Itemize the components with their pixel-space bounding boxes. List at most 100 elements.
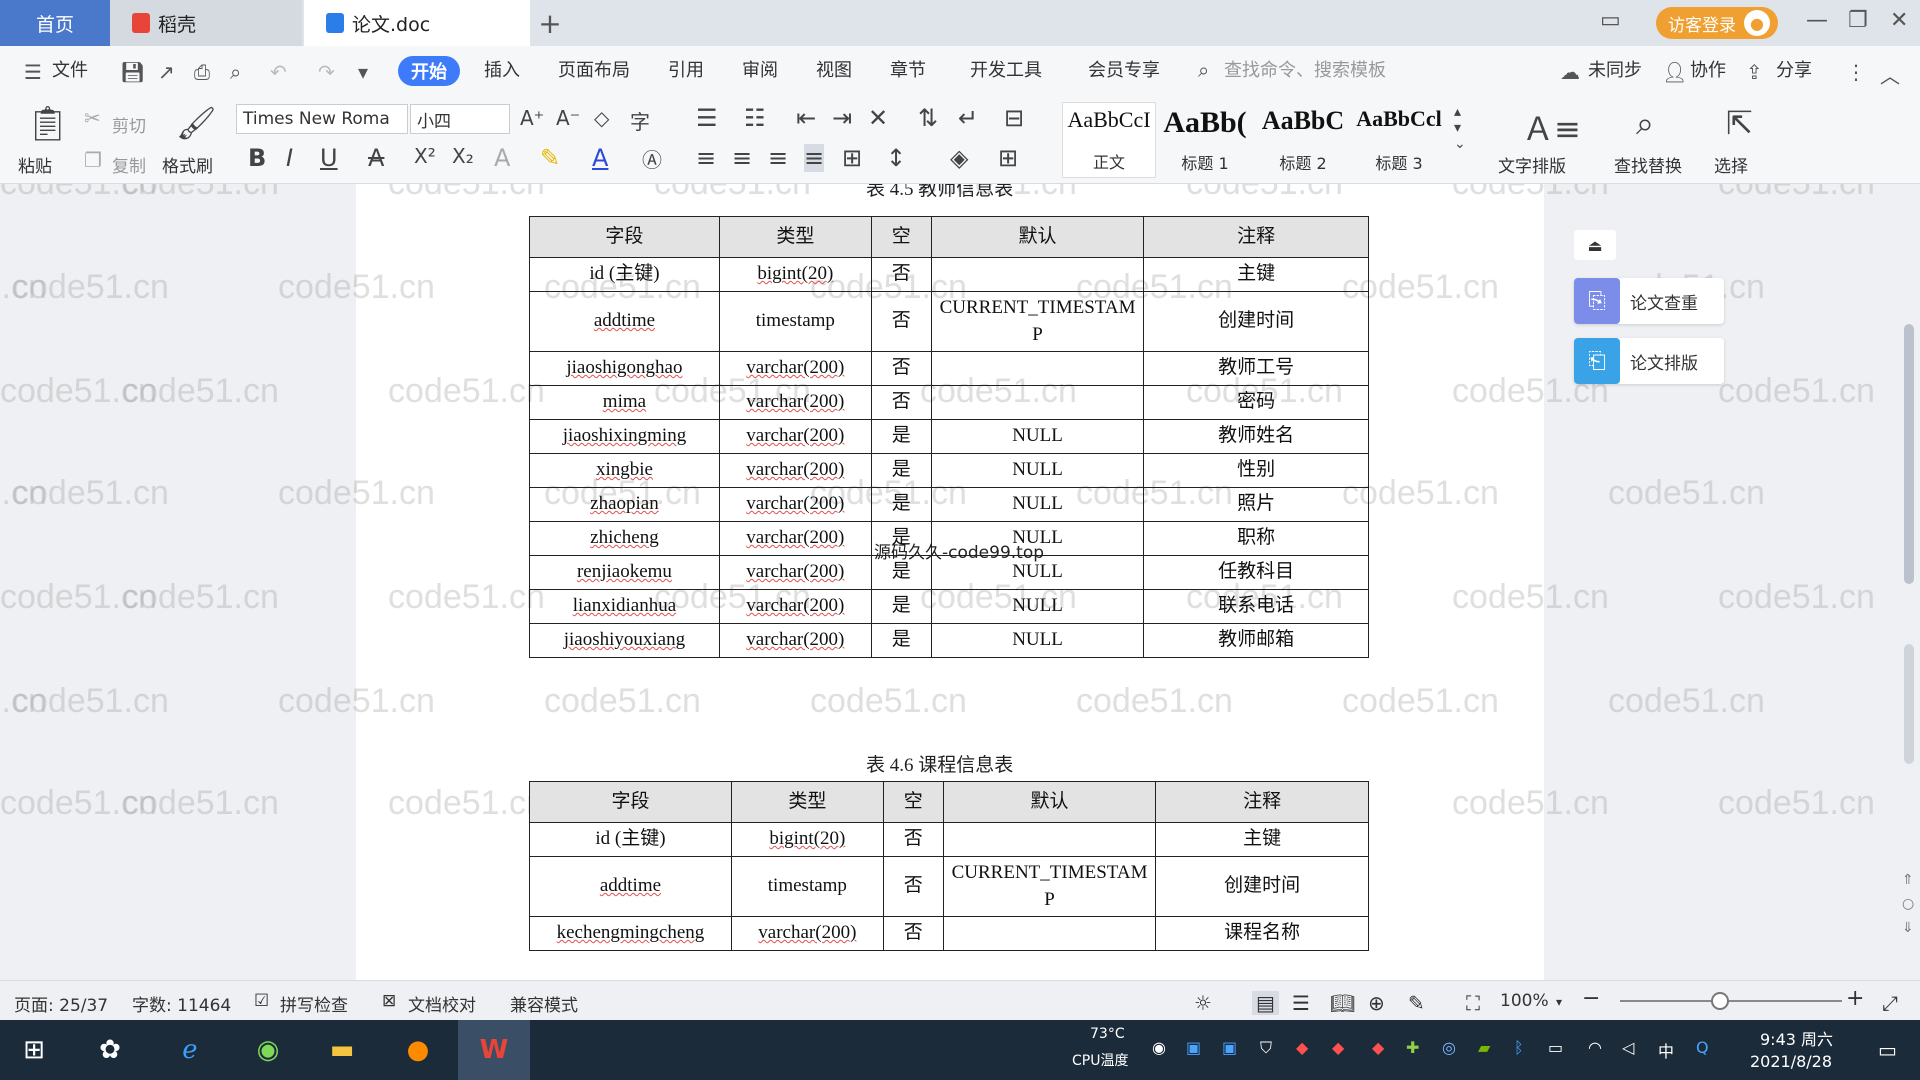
paper-layout-button[interactable]: ⎗ 论文排版 [1574,338,1724,384]
file-explorer-icon[interactable]: ▬ [322,1030,362,1070]
cut-button[interactable]: 剪切 [112,112,146,137]
restore-icon[interactable]: ❐ [1848,8,1868,33]
layout-icon[interactable]: ▭ [1600,8,1621,33]
tray-app-icon-3[interactable]: ▣ [1222,1038,1237,1057]
more-icon[interactable]: ⋮ [1846,60,1866,84]
guest-login-button[interactable]: 访客登录 ● [1656,7,1778,39]
menu-file[interactable]: 文件 [52,56,88,82]
menu-section[interactable]: 章节 [890,56,926,82]
write-view-icon[interactable]: ✎ [1408,991,1425,1015]
spell-check-button[interactable]: 拼写检查 [280,991,348,1016]
underline-icon[interactable]: U [320,144,338,172]
clock-time[interactable]: 9:43 周六 [1760,1026,1833,1050]
tab-home[interactable]: 首页 [0,0,110,46]
style-normal[interactable]: AaBbCcI 正文 [1062,102,1156,178]
proofread-button[interactable]: 文档校对 [408,991,476,1016]
customize-icon[interactable]: ▾ [358,60,368,84]
align-center-icon[interactable]: ≡ [732,144,752,172]
wps-app-icon[interactable]: W [458,1020,530,1080]
hamburger-icon[interactable]: ☰ [24,60,42,84]
italic-icon[interactable]: I [286,144,293,172]
zoom-slider[interactable] [1620,1000,1842,1002]
font-size-select[interactable]: 小四 [410,104,510,134]
redo-icon[interactable]: ↷ [318,60,335,84]
sync-status[interactable]: 未同步 [1588,56,1642,82]
web-view-icon[interactable]: ⊕ [1368,991,1385,1015]
highlight-icon[interactable]: ✎ [540,144,560,172]
command-search-input[interactable]: 查找命令、搜索模板 [1224,56,1386,82]
line-spacing-icon[interactable]: ↕ [886,144,906,172]
style-heading-1[interactable]: AaBb( 标题 1 [1158,102,1252,178]
bold-icon[interactable]: B [248,144,266,172]
scroll-select-icon[interactable]: ○ [1902,896,1914,912]
menu-review[interactable]: 审阅 [742,56,778,82]
tab-daoke[interactable]: 稻壳 [110,0,302,46]
text-layout-button[interactable]: 文字排版 [1498,152,1566,177]
zoom-dropdown-icon[interactable]: ▾ [1556,995,1562,1009]
bluetooth-icon[interactable]: ᛒ [1514,1038,1524,1057]
distribute-icon[interactable]: ⊞ [842,144,862,172]
undo-icon[interactable]: ↶ [270,60,287,84]
menu-page-layout[interactable]: 页面布局 [558,56,630,82]
grow-font-icon[interactable]: A⁺ [520,106,544,130]
superscript-icon[interactable]: X² [414,144,436,168]
menu-member[interactable]: 会员专享 [1088,56,1160,82]
print-icon[interactable]: ⎙ [194,60,210,84]
zoom-out-icon[interactable]: − [1582,986,1600,1011]
shading-icon[interactable]: ◈ [950,144,968,172]
collapse-side-panel-icon[interactable]: ⏏ [1574,230,1616,260]
windows-start-icon[interactable]: ⊞ [14,1030,54,1070]
share-button[interactable]: 分享 [1776,56,1812,82]
menu-start[interactable]: 开始 [398,56,460,86]
menu-view[interactable]: 视图 [816,56,852,82]
decrease-indent-icon[interactable]: ⇤ [796,104,816,132]
strikethrough-icon[interactable]: A [368,144,384,172]
clear-format-icon[interactable]: ◇ [594,106,609,130]
zoom-in-icon[interactable]: + [1846,986,1864,1011]
align-left-icon[interactable]: ≡ [696,144,716,172]
vertical-scrollbar-thumb[interactable] [1904,324,1914,584]
outline-view-icon[interactable]: ☰ [1292,991,1310,1015]
minimize-icon[interactable]: — [1806,8,1828,33]
tab-stops-icon[interactable]: ⊟ [1004,104,1024,132]
clock-date[interactable]: 2021/8/28 [1750,1052,1832,1071]
zoom-level[interactable]: 100% [1500,991,1549,1011]
tray-app-icon-2[interactable]: ▣ [1186,1038,1201,1057]
copy-button[interactable]: 复制 [112,152,146,177]
tray-app-icon-4[interactable]: ◆ [1296,1038,1308,1057]
ime-indicator[interactable]: 中 [1658,1038,1674,1062]
font-color-icon[interactable]: A [592,144,608,172]
scroll-next-page-icon[interactable]: ⇓ [1902,920,1914,936]
paste-icon[interactable]: 📋︎ [26,104,69,144]
bullets-icon[interactable]: ☰ [696,104,718,132]
font-name-select[interactable]: Times New Roma [236,104,408,134]
fullscreen-icon[interactable]: ⤢ [1882,991,1898,1015]
shrink-font-icon[interactable]: A⁻ [556,106,580,130]
menu-insert[interactable]: 插入 [484,56,520,82]
paste-button[interactable]: 粘贴 [18,152,52,177]
align-right-icon[interactable]: ≡ [768,144,788,172]
reading-view-icon[interactable]: 📖︎ [1330,991,1355,1015]
tray-app-icon-6[interactable]: ◆ [1372,1038,1384,1057]
word-count[interactable]: 字数: 11464 [132,991,231,1016]
scroll-prev-page-icon[interactable]: ⇑ [1902,872,1914,888]
notification-icon[interactable]: ▭ [1878,1038,1897,1062]
battery-icon[interactable]: ▭ [1548,1038,1563,1057]
paper-check-button[interactable]: ⎘ 论文查重 [1574,278,1724,324]
media-app-icon[interactable]: ● [398,1030,438,1070]
justify-icon[interactable]: ≡ [804,144,825,172]
style-heading-3[interactable]: AaBbCcl 标题 3 [1352,102,1446,178]
char-border-icon[interactable]: Ⓐ [642,144,662,173]
tray-app-icon-8[interactable]: ◎ [1442,1038,1456,1057]
styles-scroll-icon[interactable]: ▴ ▾ ⌄ [1454,104,1466,152]
chinese-layout-icon[interactable]: ✕ [868,104,888,132]
shield-icon[interactable]: ⛉ [1260,1038,1272,1058]
tray-app-icon-9[interactable]: Q [1696,1038,1709,1057]
pinwheel-app-icon[interactable]: ✿ [90,1030,130,1070]
style-heading-2[interactable]: AaBbC 标题 2 [1256,102,1350,178]
phonetic-icon[interactable]: 字 [630,106,650,135]
zoom-slider-handle[interactable] [1711,992,1729,1010]
numbering-icon[interactable]: ☷ [744,104,766,132]
collapse-ribbon-icon[interactable]: ︿ [1880,60,1900,89]
volume-icon[interactable]: ◁ [1622,1038,1634,1057]
